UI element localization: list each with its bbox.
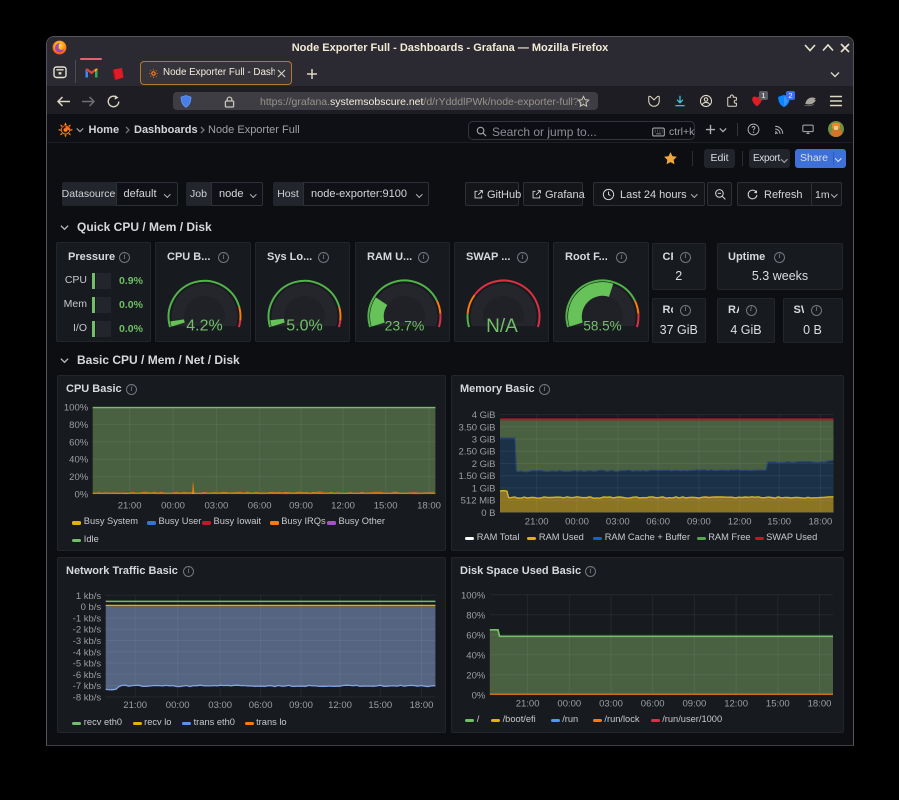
svg-text:03:00: 03:00 xyxy=(205,501,229,512)
svg-text:15:00: 15:00 xyxy=(767,517,791,528)
svg-text:N/A: N/A xyxy=(486,316,518,337)
svg-text:0%: 0% xyxy=(74,490,88,501)
svg-text:21:00: 21:00 xyxy=(525,517,549,528)
svg-text:1 kb/s: 1 kb/s xyxy=(76,591,102,602)
svg-text:09:00: 09:00 xyxy=(687,517,711,528)
svg-text:15:00: 15:00 xyxy=(368,700,392,711)
svg-text:15:00: 15:00 xyxy=(766,699,790,710)
svg-text:512 MiB: 512 MiB xyxy=(461,496,496,507)
svg-text:00:00: 00:00 xyxy=(557,699,581,710)
svg-text:00:00: 00:00 xyxy=(161,501,185,512)
svg-text:3 GiB: 3 GiB xyxy=(472,435,496,446)
svg-text:40%: 40% xyxy=(466,650,486,661)
svg-text:18:00: 18:00 xyxy=(809,517,833,528)
svg-text:100%: 100% xyxy=(461,590,486,601)
svg-text:2 GiB: 2 GiB xyxy=(472,459,496,470)
svg-text:3.50 GiB: 3.50 GiB xyxy=(459,422,496,433)
svg-text:09:00: 09:00 xyxy=(289,700,313,711)
svg-text:-4 kb/s: -4 kb/s xyxy=(73,647,102,658)
svg-text:18:00: 18:00 xyxy=(808,699,832,710)
svg-text:-1 kb/s: -1 kb/s xyxy=(73,614,102,625)
svg-text:-3 kb/s: -3 kb/s xyxy=(73,636,102,647)
svg-text:06:00: 06:00 xyxy=(646,517,670,528)
svg-text:15:00: 15:00 xyxy=(374,501,398,512)
svg-text:18:00: 18:00 xyxy=(417,501,441,512)
svg-text:58.5%: 58.5% xyxy=(583,319,621,334)
svg-text:-5 kb/s: -5 kb/s xyxy=(73,659,102,670)
svg-text:20%: 20% xyxy=(69,472,89,483)
svg-text:12:00: 12:00 xyxy=(728,517,752,528)
svg-text:1 GiB: 1 GiB xyxy=(472,483,496,494)
svg-text:12:00: 12:00 xyxy=(724,699,748,710)
svg-text:03:00: 03:00 xyxy=(599,699,623,710)
svg-text:12:00: 12:00 xyxy=(331,501,355,512)
svg-text:03:00: 03:00 xyxy=(606,517,630,528)
svg-text:-7 kb/s: -7 kb/s xyxy=(73,681,102,692)
svg-text:80%: 80% xyxy=(69,420,89,431)
svg-text:21:00: 21:00 xyxy=(118,501,142,512)
svg-text:4.2%: 4.2% xyxy=(186,318,222,335)
svg-text:06:00: 06:00 xyxy=(641,699,665,710)
svg-text:00:00: 00:00 xyxy=(166,700,190,711)
svg-text:23.7%: 23.7% xyxy=(385,318,425,334)
svg-text:1.50 GiB: 1.50 GiB xyxy=(459,471,496,482)
svg-text:18:00: 18:00 xyxy=(410,700,434,711)
svg-text:21:00: 21:00 xyxy=(123,700,147,711)
svg-text:60%: 60% xyxy=(69,437,89,448)
svg-text:21:00: 21:00 xyxy=(516,699,540,710)
svg-text:0 b/s: 0 b/s xyxy=(81,602,102,613)
svg-text:12:00: 12:00 xyxy=(328,700,352,711)
svg-text:-2 kb/s: -2 kb/s xyxy=(73,625,102,636)
svg-text:-6 kb/s: -6 kb/s xyxy=(73,670,102,681)
svg-text:40%: 40% xyxy=(69,455,89,466)
svg-text:0%: 0% xyxy=(472,690,486,701)
svg-text:09:00: 09:00 xyxy=(289,501,313,512)
svg-text:06:00: 06:00 xyxy=(248,501,272,512)
svg-text:5.0%: 5.0% xyxy=(286,318,322,335)
svg-text:06:00: 06:00 xyxy=(249,700,273,711)
svg-text:-8 kb/s: -8 kb/s xyxy=(73,692,102,703)
svg-text:80%: 80% xyxy=(466,610,486,621)
svg-text:03:00: 03:00 xyxy=(208,700,232,711)
svg-text:100%: 100% xyxy=(64,403,89,414)
svg-text:60%: 60% xyxy=(466,630,486,641)
svg-text:4 GiB: 4 GiB xyxy=(472,410,496,421)
svg-text:0 B: 0 B xyxy=(481,508,495,519)
svg-text:20%: 20% xyxy=(466,670,486,681)
svg-text:09:00: 09:00 xyxy=(683,699,707,710)
svg-text:2.50 GiB: 2.50 GiB xyxy=(459,447,496,458)
svg-text:00:00: 00:00 xyxy=(565,517,589,528)
